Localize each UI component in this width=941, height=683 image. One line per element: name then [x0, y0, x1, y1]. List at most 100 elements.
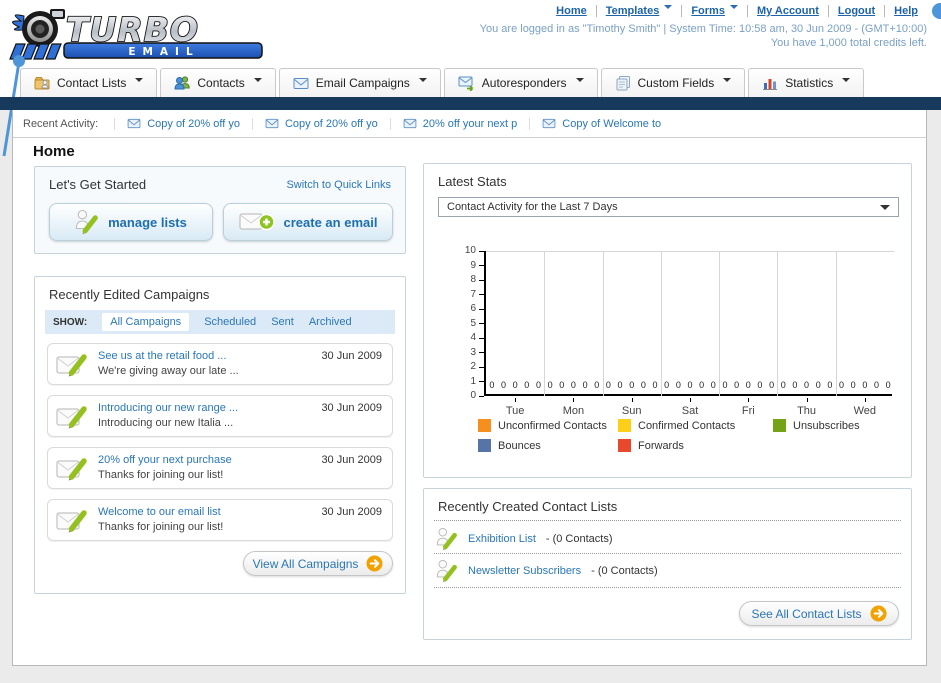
campaign-row[interactable]: 20% off your next purchase Thanks for jo… — [47, 447, 393, 489]
chart-element — [544, 251, 546, 396]
stats-period-value: Contact Activity for the Last 7 Days — [447, 201, 618, 213]
chart-element — [479, 308, 484, 310]
chart-element: 0 — [722, 380, 728, 390]
credits-info-text: You have 1,000 total credits left. — [770, 37, 927, 49]
nav-home-link[interactable]: Home — [547, 5, 596, 17]
chart-element: 8 — [470, 274, 476, 285]
custom-fields-icon — [616, 76, 630, 91]
campaign-title-link[interactable]: See us at the retail food ... — [98, 350, 226, 362]
stats-period-select[interactable]: Contact Activity for the Last 7 Days — [438, 197, 899, 217]
chevron-down-icon — [252, 76, 262, 90]
campaign-text: Introducing our new range ... Introducin… — [98, 401, 238, 431]
manage-lists-button[interactable]: manage lists — [49, 203, 213, 241]
chart-element — [479, 294, 484, 295]
navy-divider-bar — [0, 97, 941, 110]
create-email-label: create an email — [283, 214, 378, 230]
legend-label: Unconfirmed Contacts — [498, 419, 607, 432]
person-pencil-icon — [436, 528, 457, 550]
chart-element: 0 — [780, 380, 786, 390]
campaign-title-link[interactable]: Introducing our new range ... — [98, 402, 238, 414]
tab-statistics[interactable]: Statistics — [748, 68, 865, 97]
contact-list-link[interactable]: Exhibition List — [468, 533, 536, 545]
chart-element — [690, 398, 691, 402]
recent-activity-item: Copy of Welcome to — [529, 117, 673, 130]
chart-element — [515, 398, 517, 402]
contact-list-count: - (0 Contacts) — [591, 565, 658, 577]
chart-element: 2 — [470, 361, 476, 372]
nav-help-link[interactable]: Help — [884, 5, 927, 17]
chart-element — [806, 398, 808, 402]
chart-element: 0 — [617, 380, 623, 390]
tab-autoresponders[interactable]: Autoresponders — [443, 68, 598, 97]
switch-to-quick-links[interactable]: Switch to Quick Links — [286, 179, 391, 191]
envelope-pencil-icon — [56, 510, 87, 533]
chart-element: 0 — [699, 380, 705, 390]
chart-element — [777, 251, 779, 396]
chart-element: Tue — [505, 405, 525, 417]
nav-templates-link[interactable]: Templates — [595, 5, 682, 17]
legend-item: Unconfirmed Contacts — [478, 419, 607, 432]
campaign-text: See us at the retail food ... We're givi… — [98, 349, 239, 379]
legend-label: Bounces — [498, 439, 541, 452]
filter-archived[interactable]: Archived — [309, 316, 352, 328]
legend-label: Forwards — [638, 439, 684, 452]
nav-forms-link[interactable]: Forms — [681, 5, 747, 17]
legend-label: Unsubscribes — [793, 419, 860, 432]
chart-element — [479, 323, 484, 324]
chevron-down-icon — [880, 204, 890, 215]
chevron-down-icon — [721, 76, 731, 90]
chart-element: 10 — [464, 245, 476, 256]
view-all-campaigns-button[interactable]: View All Campaigns — [243, 551, 393, 576]
chart-element: 0 — [570, 380, 576, 390]
chevron-down-icon — [133, 76, 143, 90]
turbo-email-logo: TURBO EMAIL — [6, 4, 278, 69]
divider — [13, 137, 926, 138]
nav-my-account-link[interactable]: My Account — [746, 5, 828, 17]
tab-contact-lists[interactable]: Contact Lists — [20, 68, 158, 97]
legend-item: Unsubscribes — [773, 419, 860, 432]
chart-element: 0 — [547, 380, 553, 390]
chart-plot-area — [484, 251, 892, 396]
get-started-panel: Let's Get Started Switch to Quick Links … — [34, 166, 406, 254]
chart-element: 0 — [535, 380, 541, 390]
see-all-contact-lists-button[interactable]: See All Contact Lists — [739, 601, 899, 626]
chart-element — [479, 352, 484, 353]
campaign-date: 30 Jun 2009 — [321, 454, 382, 466]
tab-contacts[interactable]: Contacts — [160, 68, 276, 97]
chart-element — [864, 398, 866, 402]
nav-logout-link[interactable]: Logout — [827, 5, 884, 17]
turbo-email-logo-art: TURBO EMAIL — [9, 9, 263, 60]
chart-element — [479, 279, 484, 281]
chart-element: 0 — [873, 380, 879, 390]
chart-element: 9 — [470, 259, 476, 271]
envelope-icon — [542, 118, 556, 129]
campaign-title-link[interactable]: Welcome to our email list — [98, 506, 221, 518]
recent-activity-link[interactable]: 20% off your next p — [423, 118, 518, 130]
recent-activity-link[interactable]: Copy of Welcome to — [562, 118, 661, 130]
chart-element — [479, 395, 484, 397]
campaign-row[interactable]: Introducing our new range ... Introducin… — [47, 395, 393, 437]
envelope-pencil-icon — [56, 354, 87, 377]
campaign-title-link[interactable]: 20% off your next purchase — [98, 454, 232, 466]
recent-activity-link[interactable]: Copy of 20% off yo — [285, 118, 378, 130]
create-email-button[interactable]: create an email — [223, 203, 393, 241]
campaign-row[interactable]: Welcome to our email list Thanks for joi… — [47, 499, 393, 541]
chart-element: 0 — [559, 380, 565, 390]
campaign-date: 30 Jun 2009 — [321, 402, 382, 414]
contact-list-link[interactable]: Newsletter Subscribers — [468, 565, 581, 577]
chevron-down-icon — [574, 76, 584, 90]
tab-custom-fields[interactable]: Custom Fields — [600, 68, 746, 97]
campaign-row[interactable]: See us at the retail food ... We're givi… — [47, 343, 393, 385]
tab-email-campaigns[interactable]: Email Campaigns — [278, 68, 441, 97]
filter-sent[interactable]: Sent — [271, 316, 294, 328]
legend-swatch — [618, 419, 631, 432]
filter-scheduled[interactable]: Scheduled — [204, 316, 256, 328]
tab-label: Custom Fields — [637, 76, 715, 90]
chart-element: 5 — [470, 317, 476, 329]
app-window: TURBO EMAIL Home Templates Forms My Acco… — [0, 0, 941, 683]
recent-activity-link[interactable]: Copy of 20% off yo — [147, 118, 240, 130]
tab-label: Contact Lists — [57, 76, 127, 90]
chart-element: 3 — [470, 346, 476, 358]
filter-all-campaigns[interactable]: All Campaigns — [102, 313, 190, 331]
orange-arrow-icon — [870, 605, 887, 622]
